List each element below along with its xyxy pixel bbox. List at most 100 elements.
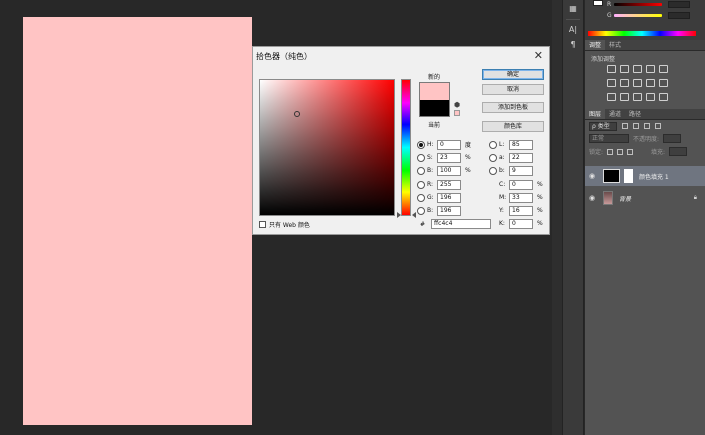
- filter-pixel-icon[interactable]: [622, 123, 628, 129]
- radio-b[interactable]: [417, 166, 425, 175]
- color-spectrum[interactable]: [588, 31, 696, 36]
- layer-tabs: 图层 通道 路径: [585, 109, 705, 120]
- radio-a[interactable]: [489, 153, 497, 162]
- hue-slider-right-arrow-icon[interactable]: [412, 212, 416, 218]
- color-cursor[interactable]: [294, 111, 300, 117]
- hue-input[interactable]: 0: [437, 139, 461, 150]
- black-input[interactable]: 0: [509, 218, 533, 229]
- slider-value[interactable]: [668, 1, 690, 8]
- close-icon[interactable]: ✕: [534, 49, 543, 62]
- tab-paths[interactable]: 路径: [625, 109, 645, 119]
- document-canvas[interactable]: [23, 17, 252, 425]
- radio-s[interactable]: [417, 153, 425, 162]
- color-panel-icon[interactable]: ▦: [566, 3, 580, 15]
- tab-adjust[interactable]: 调整: [585, 40, 606, 50]
- red-input[interactable]: 255: [437, 179, 461, 190]
- paragraph-panel-icon[interactable]: ¶: [566, 39, 580, 51]
- tab-layers[interactable]: 图层: [585, 109, 606, 119]
- ok-button[interactable]: 确定: [482, 69, 544, 80]
- web-colors-row: 只有 Web 颜色: [259, 220, 310, 229]
- character-panel-icon[interactable]: A|: [566, 24, 580, 36]
- foreground-swatch[interactable]: [593, 0, 603, 6]
- filter-shape-icon[interactable]: [655, 123, 661, 129]
- green-input[interactable]: 196: [437, 192, 461, 203]
- adjust-tabs: 调整 样式: [585, 40, 705, 51]
- radio-l[interactable]: [489, 140, 497, 149]
- field-label: L:: [499, 141, 505, 148]
- blue-input[interactable]: 196: [437, 205, 461, 216]
- layer-name[interactable]: 颜色填充 1: [639, 172, 669, 181]
- lock-all-icon[interactable]: [627, 148, 634, 155]
- visibility-eye-icon[interactable]: ◉: [589, 194, 599, 202]
- brightness-icon[interactable]: [607, 65, 616, 73]
- fill-input[interactable]: [669, 147, 688, 156]
- layer-filter-select[interactable]: ρ 类型: [589, 121, 617, 131]
- layer-row[interactable]: ◉ 背景 🔒︎: [585, 188, 705, 208]
- lock-pixels-icon[interactable]: [607, 148, 614, 155]
- tab-styles[interactable]: 样式: [605, 40, 625, 50]
- radio-g[interactable]: [417, 193, 425, 202]
- cancel-button[interactable]: 取消: [482, 84, 544, 95]
- black-white-icon[interactable]: [633, 79, 642, 87]
- field-unit: %: [537, 207, 543, 214]
- hue-slider-left-arrow-icon[interactable]: [397, 212, 401, 218]
- selective-color-icon[interactable]: [659, 93, 668, 101]
- curves-icon[interactable]: [633, 65, 642, 73]
- saturation-brightness-field[interactable]: [259, 79, 395, 216]
- hex-input[interactable]: ffc4c4: [431, 219, 492, 229]
- invert-icon[interactable]: [607, 93, 616, 101]
- filter-adjust-icon[interactable]: [633, 123, 639, 129]
- cube-warning-icon[interactable]: ⬢: [454, 101, 460, 109]
- slider-label: R: [607, 1, 612, 8]
- filter-type-icon[interactable]: [644, 123, 650, 129]
- field-label: K:: [499, 220, 505, 227]
- radio-blue[interactable]: [417, 206, 425, 215]
- radio-r[interactable]: [417, 180, 425, 189]
- layer-row[interactable]: ◉ 颜色填充 1: [585, 166, 705, 186]
- posterize-icon[interactable]: [620, 93, 629, 101]
- color-panel: R G B: [585, 0, 705, 40]
- vibrance-icon[interactable]: [659, 65, 668, 73]
- color-slider-r[interactable]: R: [607, 0, 703, 9]
- color-slider-g[interactable]: G: [607, 11, 703, 20]
- field-label: B:: [427, 207, 434, 214]
- hue-saturation-icon[interactable]: [607, 79, 616, 87]
- threshold-icon[interactable]: [633, 93, 642, 101]
- b-channel-input[interactable]: 9: [509, 165, 533, 176]
- web-safe-swatch[interactable]: [454, 110, 460, 116]
- hex-row: # ffc4c4: [420, 219, 492, 229]
- saturation-input[interactable]: 23: [437, 152, 461, 163]
- radio-lab-b[interactable]: [489, 166, 497, 175]
- panel-divider: [552, 0, 562, 435]
- field-row-r: R: 255: [417, 179, 461, 190]
- layer-mask-thumbnail[interactable]: [624, 169, 633, 183]
- levels-icon[interactable]: [620, 65, 629, 73]
- exposure-icon[interactable]: [646, 65, 655, 73]
- yellow-input[interactable]: 16: [509, 205, 533, 216]
- opacity-input[interactable]: [663, 134, 682, 143]
- photo-filter-icon[interactable]: [646, 79, 655, 87]
- channel-mixer-icon[interactable]: [659, 79, 668, 87]
- magenta-input[interactable]: 33: [509, 192, 533, 203]
- cyan-input[interactable]: 0: [509, 179, 533, 190]
- current-color-swatch[interactable]: [419, 100, 450, 117]
- color-libraries-button[interactable]: 颜色库: [482, 121, 544, 132]
- hue-slider[interactable]: [401, 79, 411, 216]
- gradient-map-icon[interactable]: [646, 93, 655, 101]
- a-channel-input[interactable]: 22: [509, 152, 533, 163]
- slider-bar[interactable]: [614, 14, 662, 17]
- radio-h[interactable]: [417, 140, 425, 149]
- blend-mode-select[interactable]: 正常: [589, 134, 629, 143]
- lock-position-icon[interactable]: [617, 148, 624, 155]
- slider-bar[interactable]: [614, 3, 662, 6]
- brightness-input[interactable]: 100: [437, 165, 461, 176]
- add-to-swatches-button[interactable]: 添加到色板: [482, 102, 544, 113]
- layer-name[interactable]: 背景: [619, 194, 631, 203]
- web-colors-checkbox[interactable]: [259, 221, 266, 228]
- color-balance-icon[interactable]: [620, 79, 629, 87]
- slider-value[interactable]: [668, 12, 690, 19]
- blend-row: 正常 不透明度:: [585, 132, 705, 145]
- lightness-input[interactable]: 85: [509, 139, 533, 150]
- tab-channels[interactable]: 通道: [605, 109, 625, 119]
- visibility-eye-icon[interactable]: ◉: [589, 172, 599, 180]
